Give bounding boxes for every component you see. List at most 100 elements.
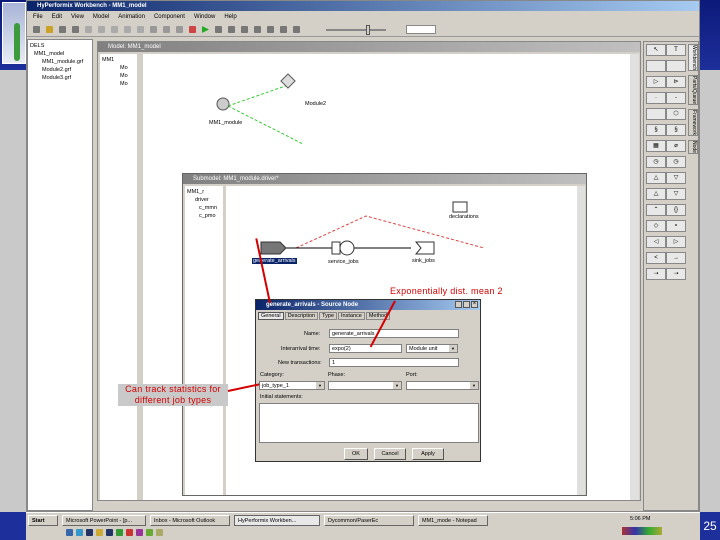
queue-tool-icon[interactable]: [646, 60, 666, 72]
apply-button[interactable]: Apply: [412, 448, 444, 460]
allocate-tool-icon[interactable]: ⌃: [646, 204, 666, 216]
arrow-up-icon[interactable]: [176, 26, 183, 33]
doc-tool-icon[interactable]: §: [646, 124, 666, 136]
palette-tab-node[interactable]: Node: [688, 140, 698, 155]
arc-tool-icon[interactable]: →: [666, 252, 686, 264]
new-icon[interactable]: [33, 26, 40, 33]
run-icon[interactable]: [202, 26, 209, 33]
select-tool-icon[interactable]: ↖: [646, 44, 666, 56]
tree-item[interactable]: MM1_model: [30, 50, 90, 58]
tree-root[interactable]: DELS: [30, 42, 90, 50]
minimize-icon[interactable]: [455, 301, 462, 308]
declare-tool-icon[interactable]: {}: [666, 204, 686, 216]
branch-tool-icon[interactable]: ◇: [646, 220, 666, 232]
source-tool-icon[interactable]: ▷: [646, 76, 666, 88]
tree-item[interactable]: c_pmo: [187, 212, 221, 220]
ok-button[interactable]: OK: [344, 448, 368, 460]
merge-tool-icon[interactable]: ▽: [666, 188, 686, 200]
tree-item[interactable]: Module2.grf: [30, 66, 90, 74]
tree-item[interactable]: MM1: [102, 56, 135, 64]
name-field[interactable]: generate_arrivals: [329, 329, 459, 338]
redo-icon[interactable]: [98, 26, 105, 33]
box-tool-icon[interactable]: [666, 60, 686, 72]
save-all-icon[interactable]: [72, 26, 79, 33]
split-tool-icon[interactable]: △: [646, 188, 666, 200]
tree-item[interactable]: Mo: [102, 80, 135, 88]
ie-icon[interactable]: [76, 529, 83, 536]
anim-fast-icon[interactable]: [280, 26, 287, 33]
palette-tab-framework[interactable]: Framework: [688, 109, 698, 137]
menu-help[interactable]: Help: [224, 12, 236, 22]
rect-tool-icon[interactable]: [646, 108, 666, 120]
copy-icon[interactable]: [124, 26, 131, 33]
anim-back-icon[interactable]: [254, 26, 261, 33]
animation-speed-slider[interactable]: [326, 24, 386, 35]
interrupt-tool-icon[interactable]: ◁: [646, 236, 666, 248]
model-scrollbar[interactable]: [630, 54, 639, 500]
paste-icon[interactable]: [137, 26, 144, 33]
save-icon[interactable]: [59, 26, 66, 33]
sink-tool-icon[interactable]: ⊳: [666, 76, 686, 88]
task-dycommon[interactable]: Dycommon/PaserEc: [324, 515, 414, 526]
access-icon[interactable]: [136, 529, 143, 536]
clock-tool-icon[interactable]: ◷: [666, 156, 686, 168]
point-tool-icon[interactable]: ∘: [666, 220, 686, 232]
task-powerpoint[interactable]: Microsoft PowerPoint - [p...: [62, 515, 146, 526]
anim-play-icon[interactable]: [293, 26, 300, 33]
step-icon[interactable]: [228, 26, 235, 33]
cancel-button[interactable]: Cancel: [374, 448, 406, 460]
undo-icon[interactable]: [85, 26, 92, 33]
compile-icon[interactable]: [189, 26, 196, 33]
category-select[interactable]: job_type_1 ▼: [259, 381, 325, 390]
zoom-select[interactable]: [406, 25, 436, 34]
cut-icon[interactable]: [111, 26, 118, 33]
excel-icon[interactable]: [116, 529, 123, 536]
task-notepad[interactable]: MM1_mode - Notepad: [418, 515, 488, 526]
chevron-down-icon[interactable]: ▼: [449, 345, 457, 352]
task-workbench[interactable]: HyPerformix Workben...: [234, 515, 320, 526]
sink2-tool-icon[interactable]: -: [666, 92, 686, 104]
outlook-icon[interactable]: [96, 529, 103, 536]
menu-animation[interactable]: Animation: [118, 12, 145, 22]
table-tool-icon[interactable]: ▦: [646, 140, 666, 152]
connector-tool-icon[interactable]: <: [646, 252, 666, 264]
arrow-right-icon[interactable]: [163, 26, 170, 33]
arc2-tool-icon[interactable]: ⇢: [646, 268, 666, 280]
word-icon[interactable]: [86, 529, 93, 536]
tree-item[interactable]: Mo: [102, 72, 135, 80]
chevron-down-icon[interactable]: ▼: [393, 382, 401, 389]
menu-file[interactable]: File: [33, 12, 43, 22]
anim-stop-icon[interactable]: [241, 26, 248, 33]
time-unit-select[interactable]: Module unit ▼: [406, 344, 458, 353]
initial-statements-field[interactable]: [259, 403, 479, 443]
interarrival-field[interactable]: expo(2): [329, 344, 402, 353]
app2-icon[interactable]: [146, 529, 153, 536]
menu-model[interactable]: Model: [93, 12, 109, 22]
menu-view[interactable]: View: [71, 12, 84, 22]
arc3-tool-icon[interactable]: ⇢: [666, 268, 686, 280]
join-tool-icon[interactable]: ▽: [666, 172, 686, 184]
menu-component[interactable]: Component: [154, 12, 185, 22]
arrow-left-icon[interactable]: [150, 26, 157, 33]
stop-icon[interactable]: [215, 26, 222, 33]
chevron-down-icon[interactable]: ▼: [316, 382, 324, 389]
hexagon-tool-icon[interactable]: ⬡: [666, 108, 686, 120]
service-tool-icon[interactable]: ◷: [646, 156, 666, 168]
tab-general[interactable]: General: [258, 312, 284, 320]
palette-tab-workbench[interactable]: Workbench: [688, 44, 698, 72]
tree-item[interactable]: MM1_module.grf: [30, 58, 90, 66]
app-icon[interactable]: [106, 529, 113, 536]
tree-item[interactable]: driver: [187, 196, 221, 204]
chevron-down-icon[interactable]: ▼: [470, 382, 478, 389]
menu-window[interactable]: Window: [194, 12, 215, 22]
phase-select[interactable]: ▼: [328, 381, 402, 390]
desktop-icon[interactable]: [66, 529, 73, 536]
start-button[interactable]: Start: [28, 515, 58, 526]
submodel-scrollbar[interactable]: [577, 186, 585, 495]
resume-tool-icon[interactable]: ▷: [666, 236, 686, 248]
tree-item[interactable]: MM1_r: [187, 188, 221, 196]
tree-item[interactable]: c_mmn: [187, 204, 221, 212]
anim-pause-icon[interactable]: [267, 26, 274, 33]
close-icon[interactable]: ×: [471, 301, 478, 308]
tree-item[interactable]: Mo: [102, 64, 135, 72]
